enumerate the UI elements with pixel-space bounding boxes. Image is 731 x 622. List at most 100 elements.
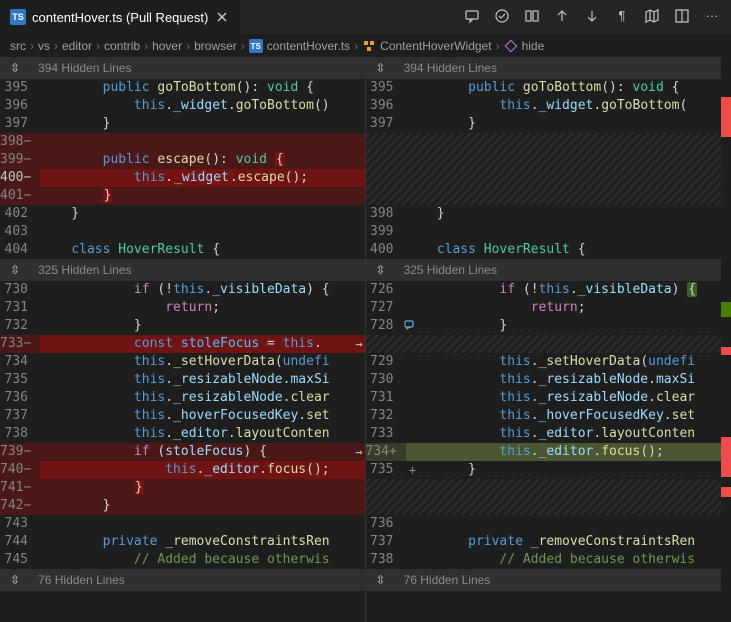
revert-arrow-icon[interactable]: →	[355, 335, 362, 353]
code-line[interactable]: 731 this._resizableNode.clear	[366, 389, 731, 407]
close-icon[interactable]	[214, 9, 230, 25]
code-line[interactable]: 741− }	[0, 479, 365, 497]
map-icon[interactable]	[643, 8, 661, 27]
bc-class[interactable]: ContentHoverWidget	[380, 39, 491, 53]
code-line[interactable]	[366, 335, 731, 353]
code-content: this._resizableNode.clear	[406, 389, 731, 407]
code-content: }	[406, 205, 731, 223]
code-line[interactable]: 734+ this._editor.focus();	[366, 443, 731, 461]
code-line[interactable]	[366, 133, 731, 151]
code-line[interactable]: 739− if (stoleFocus) {→	[0, 443, 365, 461]
editor-tab[interactable]: TS contentHover.ts (Pull Request)	[0, 0, 240, 35]
layout-icon[interactable]	[673, 8, 691, 27]
code-line[interactable]: 397 }	[366, 115, 731, 133]
code-line[interactable]: 738 // Added because otherwis	[366, 551, 731, 569]
lightbulb-icon[interactable]	[402, 318, 418, 334]
comment-icon[interactable]	[463, 8, 481, 27]
code-line[interactable]: 738 this._editor.layoutConten	[0, 425, 365, 443]
code-line[interactable]: 737 this._hoverFocusedKey.set	[0, 407, 365, 425]
code-line[interactable]: 732 this._hoverFocusedKey.set	[366, 407, 731, 425]
code-line[interactable]: 745 // Added because otherwis	[0, 551, 365, 569]
more-icon[interactable]: ···	[703, 8, 721, 27]
code-line[interactable]: 731 return;	[0, 299, 365, 317]
line-number: 396	[0, 97, 40, 115]
unfold-icon[interactable]: ⇳	[376, 59, 386, 77]
bc-file[interactable]: contentHover.ts	[267, 39, 350, 53]
bc-part[interactable]: browser	[194, 39, 237, 53]
overview-ruler[interactable]	[721, 57, 731, 622]
code-content: this._hoverFocusedKey.set	[40, 407, 365, 425]
code-line[interactable]: 735 this._resizableNode.maxSi	[0, 371, 365, 389]
fold-bar[interactable]: ⇳ 76 Hidden Lines	[366, 569, 731, 591]
code-line[interactable]	[366, 497, 731, 515]
fold-bar[interactable]: ⇳ 394 Hidden Lines	[366, 57, 731, 79]
code-content	[406, 133, 731, 151]
code-line[interactable]: 734 this._setHoverData(undefi	[0, 353, 365, 371]
code-line[interactable]: 404 class HoverResult {	[0, 241, 365, 259]
code-line[interactable]: 395 public goToBottom(): void {	[366, 79, 731, 97]
code-line[interactable]: 726 if (!this._visibleData) {	[366, 281, 731, 299]
diff-pane-original[interactable]: ⇳ 394 Hidden Lines 395 public goToBottom…	[0, 57, 366, 622]
unfold-icon[interactable]: ⇳	[376, 571, 386, 589]
code-line[interactable]: 396 this._widget.goToBottom(	[366, 97, 731, 115]
code-line[interactable]	[366, 187, 731, 205]
fold-bar[interactable]: ⇳ 325 Hidden Lines	[0, 259, 365, 281]
code-line[interactable]: 740− this._editor.focus();	[0, 461, 365, 479]
whitespace-icon[interactable]: ¶	[613, 8, 631, 27]
code-line[interactable]	[366, 151, 731, 169]
code-line[interactable]: 735+ }	[366, 461, 731, 479]
code-content: if (!this._visibleData) {	[40, 281, 365, 299]
bc-method[interactable]: hide	[522, 39, 545, 53]
arrow-up-icon[interactable]	[553, 8, 571, 27]
code-line[interactable]: 733 this._editor.layoutConten	[366, 425, 731, 443]
line-number: 395	[366, 79, 406, 97]
code-line[interactable]: 398−	[0, 133, 365, 151]
code-line[interactable]: 737 private _removeConstraintsRen	[366, 533, 731, 551]
bc-part[interactable]: src	[10, 39, 26, 53]
code-line[interactable]: 729 this._setHoverData(undefi	[366, 353, 731, 371]
code-line[interactable]: 727 return;	[366, 299, 731, 317]
unfold-icon[interactable]: ⇳	[10, 571, 20, 589]
bc-part[interactable]: editor	[62, 39, 92, 53]
code-line[interactable]: 395 public goToBottom(): void {	[0, 79, 365, 97]
unfold-icon[interactable]: ⇳	[10, 261, 20, 279]
code-line[interactable]: 730 if (!this._visibleData) {	[0, 281, 365, 299]
code-line[interactable]: 398 }	[366, 205, 731, 223]
code-line[interactable]: 402 }	[0, 205, 365, 223]
code-line[interactable]: 736	[366, 515, 731, 533]
code-line[interactable]: 400 class HoverResult {	[366, 241, 731, 259]
fold-bar[interactable]: ⇳ 394 Hidden Lines	[0, 57, 365, 79]
code-line[interactable]: 397 }	[0, 115, 365, 133]
code-line[interactable]: 399− public escape(): void {	[0, 151, 365, 169]
code-line[interactable]: 401− }	[0, 187, 365, 205]
code-line[interactable]: 742− }	[0, 497, 365, 515]
code-line[interactable]: 730 this._resizableNode.maxSi	[366, 371, 731, 389]
code-content	[406, 497, 731, 515]
code-line[interactable]: 743	[0, 515, 365, 533]
bc-part[interactable]: contrib	[104, 39, 140, 53]
code-line[interactable]: 728 }	[366, 317, 731, 335]
bc-part[interactable]: hover	[152, 39, 182, 53]
revert-arrow-icon[interactable]: →	[355, 443, 362, 461]
code-line[interactable]: 736 this._resizableNode.clear	[0, 389, 365, 407]
code-line[interactable]: 732 }	[0, 317, 365, 335]
code-line[interactable]	[366, 479, 731, 497]
code-line[interactable]: 733− const stoleFocus = this.→	[0, 335, 365, 353]
diff-pane-modified[interactable]: ⇳ 394 Hidden Lines 395 public goToBottom…	[366, 57, 731, 622]
code-line[interactable]: 403	[0, 223, 365, 241]
arrow-down-icon[interactable]	[583, 8, 601, 27]
bc-part[interactable]: vs	[38, 39, 50, 53]
compare-icon[interactable]	[523, 8, 541, 27]
code-content: this._resizableNode.maxSi	[406, 371, 731, 389]
code-line[interactable]: 400− this._widget.escape();	[0, 169, 365, 187]
code-line[interactable]	[366, 169, 731, 187]
check-icon[interactable]	[493, 8, 511, 27]
fold-bar[interactable]: ⇳ 76 Hidden Lines	[0, 569, 365, 591]
unfold-icon[interactable]: ⇳	[10, 59, 20, 77]
code-line[interactable]: 399	[366, 223, 731, 241]
unfold-icon[interactable]: ⇳	[376, 261, 386, 279]
code-line[interactable]: 744 private _removeConstraintsRen	[0, 533, 365, 551]
fold-bar[interactable]: ⇳ 325 Hidden Lines	[366, 259, 731, 281]
code-line[interactable]: 396 this._widget.goToBottom()	[0, 97, 365, 115]
breadcrumb[interactable]: src› vs› editor› contrib› hover› browser…	[0, 35, 731, 57]
